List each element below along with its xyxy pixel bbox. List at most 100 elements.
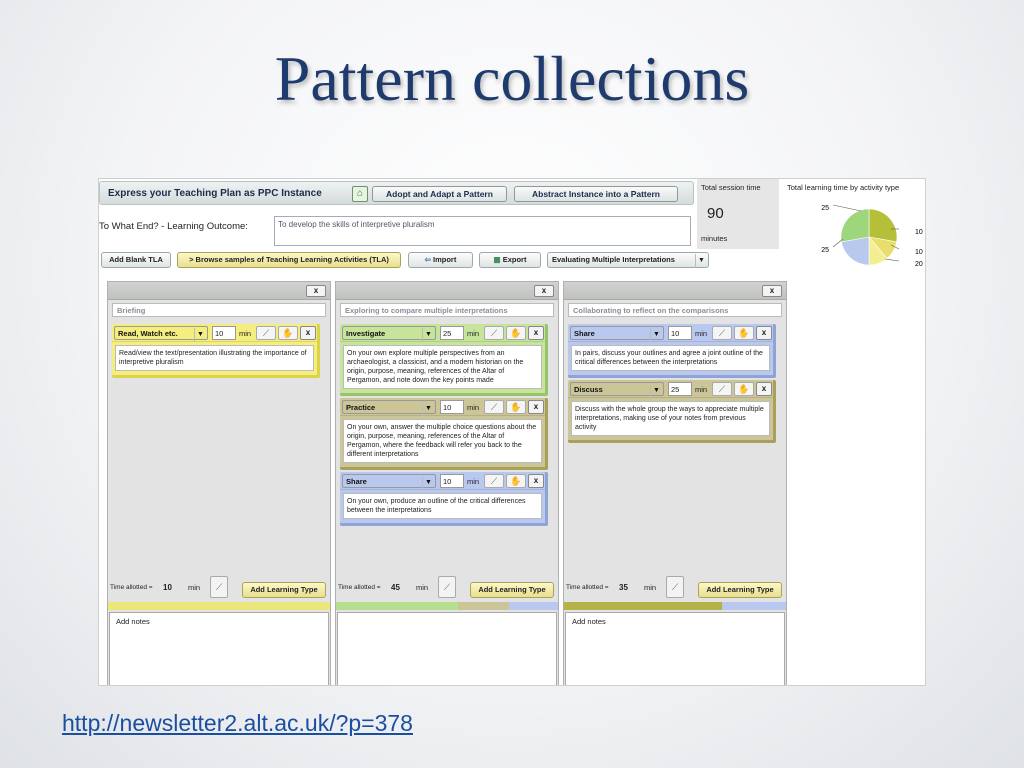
activity-header: Practice ▼ 10 min ⟋ ✋ x (340, 398, 545, 416)
notes-field[interactable]: Add notes (565, 612, 785, 685)
home-icon[interactable]: ⌂ (352, 186, 368, 202)
import-label: Import (433, 255, 457, 264)
minutes-input[interactable]: 25 (668, 382, 692, 396)
activity-header: Share ▼ 10 min ⟋ ✋ x (568, 324, 773, 342)
activity-type-select[interactable]: Investigate ▼ (342, 326, 436, 342)
stage-title-field[interactable]: Collaborating to reflect on the comparis… (568, 303, 782, 317)
time-allotted-bar: Time allotted = 35 min ⟋ Add Learning Ty… (564, 570, 786, 600)
hand-icon[interactable]: ✋ (506, 400, 526, 414)
close-column-button[interactable]: x (306, 285, 326, 297)
activity-type-label: Read, Watch etc. (118, 329, 178, 338)
time-strip-segment (458, 602, 510, 610)
stage-title-field[interactable]: Briefing (112, 303, 326, 317)
pie-label: 25 (821, 205, 829, 212)
minutes-input[interactable]: 10 (668, 326, 692, 340)
minutes-input[interactable]: 25 (440, 326, 464, 340)
link-icon[interactable]: ⟋ (484, 474, 504, 488)
minutes-input[interactable]: 10 (440, 400, 464, 414)
import-button[interactable]: ⇦ Import (408, 252, 473, 268)
activity-description[interactable]: In pairs, discuss your outlines and agre… (571, 345, 770, 371)
pie-label: 25 (821, 247, 829, 254)
stage-column: x Collaborating to reflect on the compar… (563, 281, 787, 685)
time-allotted-label: Time allotted = (338, 584, 381, 591)
pie-label: 10 (915, 229, 923, 236)
minutes-input[interactable]: 10 (440, 474, 464, 488)
remove-activity-button[interactable]: x (756, 326, 772, 340)
notes-field[interactable] (337, 612, 557, 685)
remove-activity-button[interactable]: x (528, 474, 544, 488)
minutes-unit: min (467, 403, 480, 412)
hand-icon[interactable]: ✋ (278, 326, 298, 340)
outcome-field[interactable]: To develop the skills of interpretive pl… (274, 216, 691, 246)
chevron-down-icon: ▼ (422, 476, 434, 490)
activity-description[interactable]: Read/view the text/presentation illustra… (115, 345, 314, 371)
activity-card: Share ▼ 10 min ⟋ ✋ x On your own, produce… (340, 472, 548, 526)
time-allotted-bar: Time allotted = 45 min ⟋ Add Learning Ty… (336, 570, 558, 600)
activity-type-select[interactable]: Share ▼ (342, 474, 436, 490)
stage-column: x Exploring to compare multiple interpre… (335, 281, 559, 685)
link-icon[interactable]: ⟋ (256, 326, 276, 340)
activity-type-select[interactable]: Discuss ▼ (570, 382, 664, 398)
link-icon[interactable]: ⟋ (484, 400, 504, 414)
activity-type-select[interactable]: Read, Watch etc. ▼ (114, 326, 208, 342)
browse-samples-button[interactable]: > Browse samples of Teaching Learning Ac… (177, 252, 401, 268)
activity-type-label: Share (346, 477, 367, 486)
add-blank-tla-button[interactable]: Add Blank TLA (101, 252, 171, 268)
slide-title: Pattern collections (274, 43, 750, 114)
column-header: x (108, 282, 330, 300)
time-allotted-label: Time allotted = (566, 584, 609, 591)
time-allotted-value: 10 (163, 583, 172, 592)
remove-activity-button[interactable]: x (528, 326, 544, 340)
import-icon: ⇦ (424, 255, 434, 264)
link-icon[interactable]: ⟋ (484, 326, 504, 340)
close-column-button[interactable]: x (762, 285, 782, 297)
link-icon[interactable]: ⟋ (438, 576, 456, 598)
time-allotted-unit: min (416, 583, 429, 592)
activity-description[interactable]: On your own, produce an outline of the c… (343, 493, 542, 519)
activity-header: Read, Watch etc. ▼ 10 min ⟋ ✋ x (112, 324, 317, 342)
hand-icon[interactable]: ✋ (734, 326, 754, 340)
evaluating-select-label: Evaluating Multiple Interpretations (552, 255, 675, 264)
link-icon[interactable]: ⟋ (210, 576, 228, 598)
time-strip-segment (336, 602, 459, 610)
pie-label: 20 (915, 261, 923, 268)
activity-type-label: Share (574, 329, 595, 338)
adopt-pattern-button[interactable]: Adopt and Adapt a Pattern (372, 186, 507, 202)
activity-description[interactable]: On your own explore multiple perspective… (343, 345, 542, 389)
teaching-plan-app: Express your Teaching Plan as PPC Instan… (98, 178, 926, 686)
remove-activity-button[interactable]: x (756, 382, 772, 396)
link-icon[interactable]: ⟋ (712, 382, 732, 396)
add-learning-type-button[interactable]: Add Learning Type (242, 582, 326, 598)
header-title: Express your Teaching Plan as PPC Instan… (108, 188, 322, 199)
pie-leader-line (884, 258, 900, 262)
hand-icon[interactable]: ✋ (506, 326, 526, 340)
activity-card: Read, Watch etc. ▼ 10 min ⟋ ✋ x Read/view… (112, 324, 320, 378)
activity-type-select[interactable]: Practice ▼ (342, 400, 436, 416)
notes-field[interactable]: Add notes (109, 612, 329, 685)
remove-activity-button[interactable]: x (528, 400, 544, 414)
export-button[interactable]: ▦ Export (479, 252, 541, 268)
evaluating-select[interactable]: Evaluating Multiple Interpretations ▼ (547, 252, 709, 268)
activity-header: Investigate ▼ 25 min ⟋ ✋ x (340, 324, 545, 342)
minutes-unit: min (467, 477, 480, 486)
minutes-input[interactable]: 10 (212, 326, 236, 340)
link-icon[interactable]: ⟋ (712, 326, 732, 340)
source-link[interactable]: http://newsletter2.alt.ac.uk/?p=378 (62, 710, 413, 737)
activity-header: Discuss ▼ 25 min ⟋ ✋ x (568, 380, 773, 398)
add-learning-type-button[interactable]: Add Learning Type (698, 582, 782, 598)
add-learning-type-button[interactable]: Add Learning Type (470, 582, 554, 598)
close-column-button[interactable]: x (534, 285, 554, 297)
activity-description[interactable]: On your own, answer the multiple choice … (343, 419, 542, 463)
time-strip (108, 602, 330, 610)
stage-title-field[interactable]: Exploring to compare multiple interpreta… (340, 303, 554, 317)
activity-description[interactable]: Discuss with the whole group the ways to… (571, 401, 770, 436)
link-icon[interactable]: ⟋ (666, 576, 684, 598)
activity-type-select[interactable]: Share ▼ (570, 326, 664, 342)
hand-icon[interactable]: ✋ (506, 474, 526, 488)
time-strip-segment (721, 602, 786, 610)
time-allotted-label: Time allotted = (110, 584, 153, 591)
activity-card: Discuss ▼ 25 min ⟋ ✋ x Discuss with the w… (568, 380, 776, 443)
abstract-instance-button[interactable]: Abstract Instance into a Pattern (514, 186, 678, 202)
remove-activity-button[interactable]: x (300, 326, 316, 340)
hand-icon[interactable]: ✋ (734, 382, 754, 396)
